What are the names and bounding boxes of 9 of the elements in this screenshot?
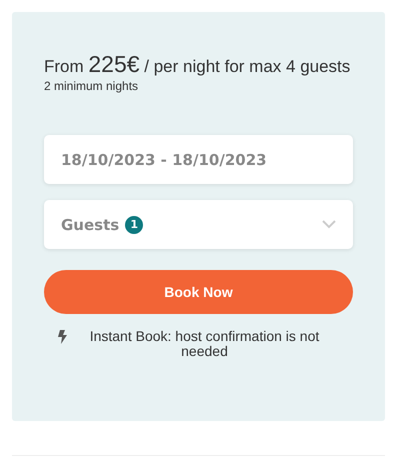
minimum-nights-text: 2 minimum nights bbox=[44, 79, 140, 93]
price-text: From 225€ / per night for max 4 guests bbox=[44, 54, 352, 77]
chevron-down-icon bbox=[322, 220, 336, 229]
date-range-field[interactable]: 18/10/2023 - 18/10/2023 bbox=[44, 135, 353, 184]
lightning-icon bbox=[58, 330, 66, 344]
instant-book-text: Instant Book: host confirmation is not needed bbox=[88, 329, 320, 359]
guests-dropdown[interactable]: Guests 1 bbox=[44, 200, 353, 249]
book-now-button[interactable]: Book Now bbox=[44, 270, 353, 314]
guest-count-badge: 1 bbox=[125, 216, 144, 234]
